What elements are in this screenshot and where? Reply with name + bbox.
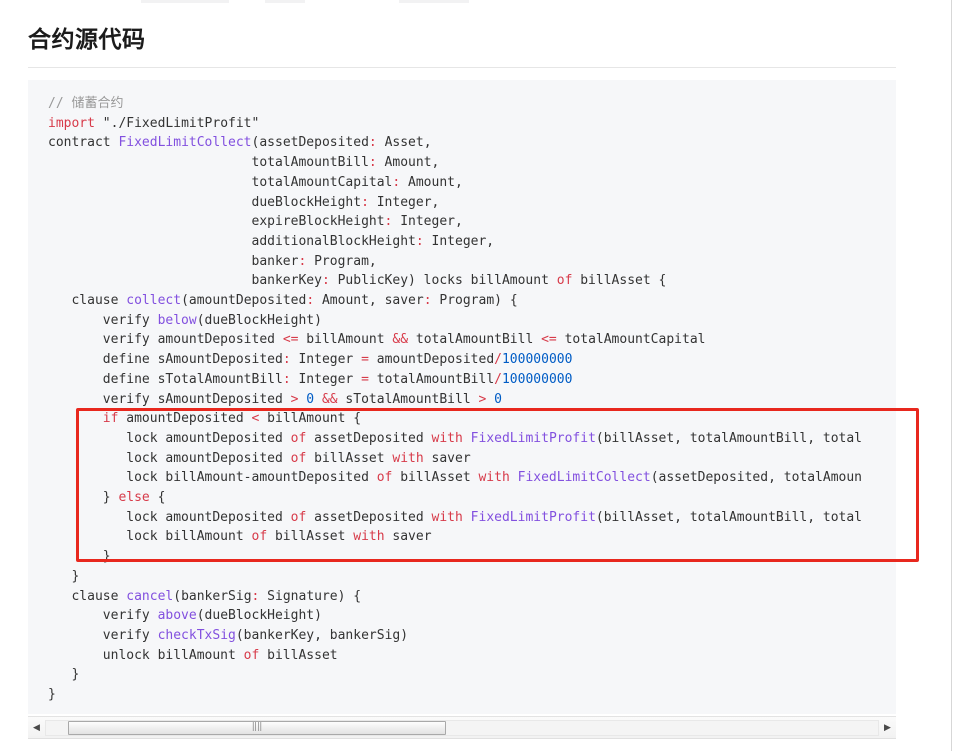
content-header: 合约源代码 (28, 0, 898, 68)
code-right-clip-mask (896, 0, 951, 715)
clause-cancel-name: cancel (126, 588, 174, 604)
contract-name: FixedLimitCollect (118, 135, 252, 151)
scrollbar-bottom-edge (28, 738, 896, 739)
page-title: 合约源代码 (28, 26, 146, 52)
code-comment: // 储蓄合约 (48, 96, 124, 111)
scrollbar-thumb[interactable]: ‖‖ (68, 720, 446, 735)
contract-source-code: // 储蓄合约 import "./FixedLimitProfit" cont… (48, 96, 863, 703)
scrollbar-track[interactable]: ‖‖ (45, 719, 879, 736)
title-divider (28, 67, 898, 68)
scrollbar-grip-icon: ‖‖ (251, 722, 263, 732)
scroll-right-arrow-icon[interactable]: ▶ (879, 718, 896, 738)
page-right-border (951, 0, 952, 751)
keyword-import: import (48, 115, 95, 131)
source-code-card: // 储蓄合约 import "./FixedLimitProfit" cont… (28, 80, 896, 714)
import-path-string: "./FixedLimitProfit" (102, 115, 260, 131)
clause-collect-name: collect (126, 293, 182, 309)
code-scroll-viewport[interactable]: // 储蓄合约 import "./FixedLimitProfit" cont… (28, 80, 896, 714)
scroll-left-arrow-icon[interactable]: ◀ (28, 718, 45, 738)
page-root: 合约源代码 // 储蓄合约 import "./FixedLimitProfit… (0, 0, 972, 751)
horizontal-scrollbar[interactable]: ◀ ‖‖ ▶ (28, 716, 896, 738)
